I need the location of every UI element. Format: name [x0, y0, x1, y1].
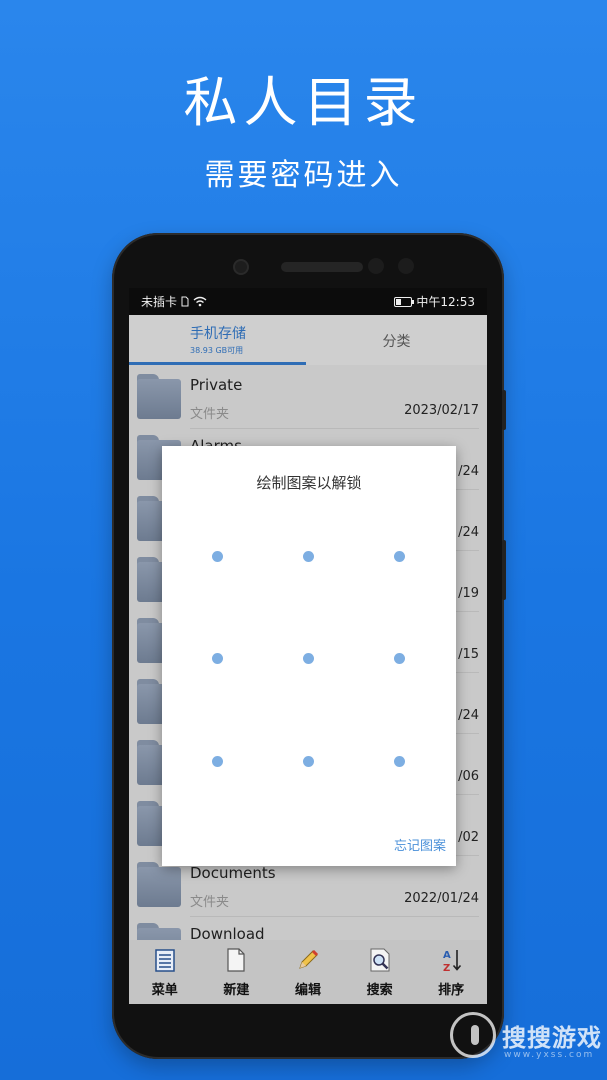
file-date: /24 [458, 464, 479, 479]
sort-az-icon: AZ [443, 950, 462, 974]
file-type: 文件夹 [190, 895, 230, 910]
promo-title: 私人目录 [183, 71, 424, 134]
tab-category-label: 分类 [382, 334, 411, 350]
new-file-icon [227, 948, 245, 972]
edit-label: 编辑 [294, 983, 321, 998]
pattern-dot[interactable] [393, 652, 405, 664]
file-type: 文件夹 [190, 407, 230, 422]
new-button[interactable]: 新建 [206, 940, 266, 998]
power-button [502, 540, 506, 600]
watermark-text: 搜搜游戏 [502, 1023, 602, 1052]
tab-storage-label: 手机存储 [190, 326, 246, 342]
watermark-url: www.yxss.com [504, 1050, 595, 1060]
pattern-dot[interactable] [302, 550, 314, 562]
pattern-dot[interactable] [211, 755, 223, 767]
sort-label: 排序 [438, 983, 465, 998]
new-label: 新建 [223, 983, 250, 998]
pattern-unlock-dialog: 绘制图案以解锁 忘记图案 [162, 446, 456, 866]
file-name: Documents [190, 864, 276, 882]
clock-text: 中午12:53 [416, 295, 475, 309]
folder-icon [137, 374, 181, 419]
svg-text:A: A [443, 950, 451, 961]
file-date: /15 [458, 647, 479, 662]
file-date: /24 [458, 525, 479, 540]
search-label: 搜索 [366, 983, 393, 998]
status-bar: 未插卡 中午12:53 [129, 288, 487, 315]
sensor-left [368, 258, 384, 274]
svg-text:Z: Z [443, 963, 450, 974]
search-icon [370, 948, 390, 972]
menu-list-icon [155, 949, 175, 972]
battery-icon [394, 296, 415, 307]
sensor-right [398, 258, 414, 274]
pattern-dot[interactable] [211, 652, 223, 664]
active-tab-indicator [129, 362, 306, 365]
storage-tabs: 手机存储 38.93 GB可用 分类 [129, 315, 487, 365]
bottom-toolbar: 菜单 新建 编辑 搜索 AZ 排序 [129, 940, 487, 1004]
file-date: /06 [458, 769, 479, 784]
file-date: /24 [458, 708, 479, 723]
folder-icon [137, 862, 181, 907]
file-row-private[interactable]: Private 文件夹 2023/02/17 [129, 368, 487, 429]
pencil-icon [299, 949, 319, 969]
forgot-pattern-link[interactable]: 忘记图案 [394, 835, 446, 854]
search-button[interactable]: 搜索 [350, 940, 410, 998]
pattern-dot[interactable] [393, 550, 405, 562]
menu-button[interactable]: 菜单 [135, 940, 195, 998]
file-date: 2023/02/17 [404, 403, 479, 418]
pattern-dot[interactable] [302, 652, 314, 664]
dialog-title: 绘制图案以解锁 [256, 474, 362, 492]
earpiece-speaker [281, 262, 363, 272]
promo-subtitle: 需要密码进入 [204, 158, 403, 193]
wifi-icon [193, 296, 207, 307]
sim-icon [181, 296, 189, 307]
front-camera [233, 259, 249, 275]
tab-category[interactable]: 分类 [306, 315, 487, 365]
watermark-logo-icon [450, 1012, 496, 1058]
edit-button[interactable]: 编辑 [278, 940, 338, 998]
sort-button[interactable]: AZ 排序 [421, 940, 481, 998]
file-name: Private [190, 376, 243, 394]
pattern-dot[interactable] [211, 550, 223, 562]
menu-label: 菜单 [151, 983, 178, 998]
pattern-dot[interactable] [302, 755, 314, 767]
carrier-text: 未插卡 [141, 295, 178, 309]
pattern-dot[interactable] [393, 755, 405, 767]
file-date: /02 [458, 830, 479, 845]
file-date: 2022/01/24 [404, 891, 479, 906]
volume-button [502, 390, 506, 430]
file-date: /19 [458, 586, 479, 601]
storage-capacity: 38.93 GB可用 [190, 346, 244, 355]
tab-phone-storage[interactable]: 手机存储 38.93 GB可用 [129, 315, 306, 365]
